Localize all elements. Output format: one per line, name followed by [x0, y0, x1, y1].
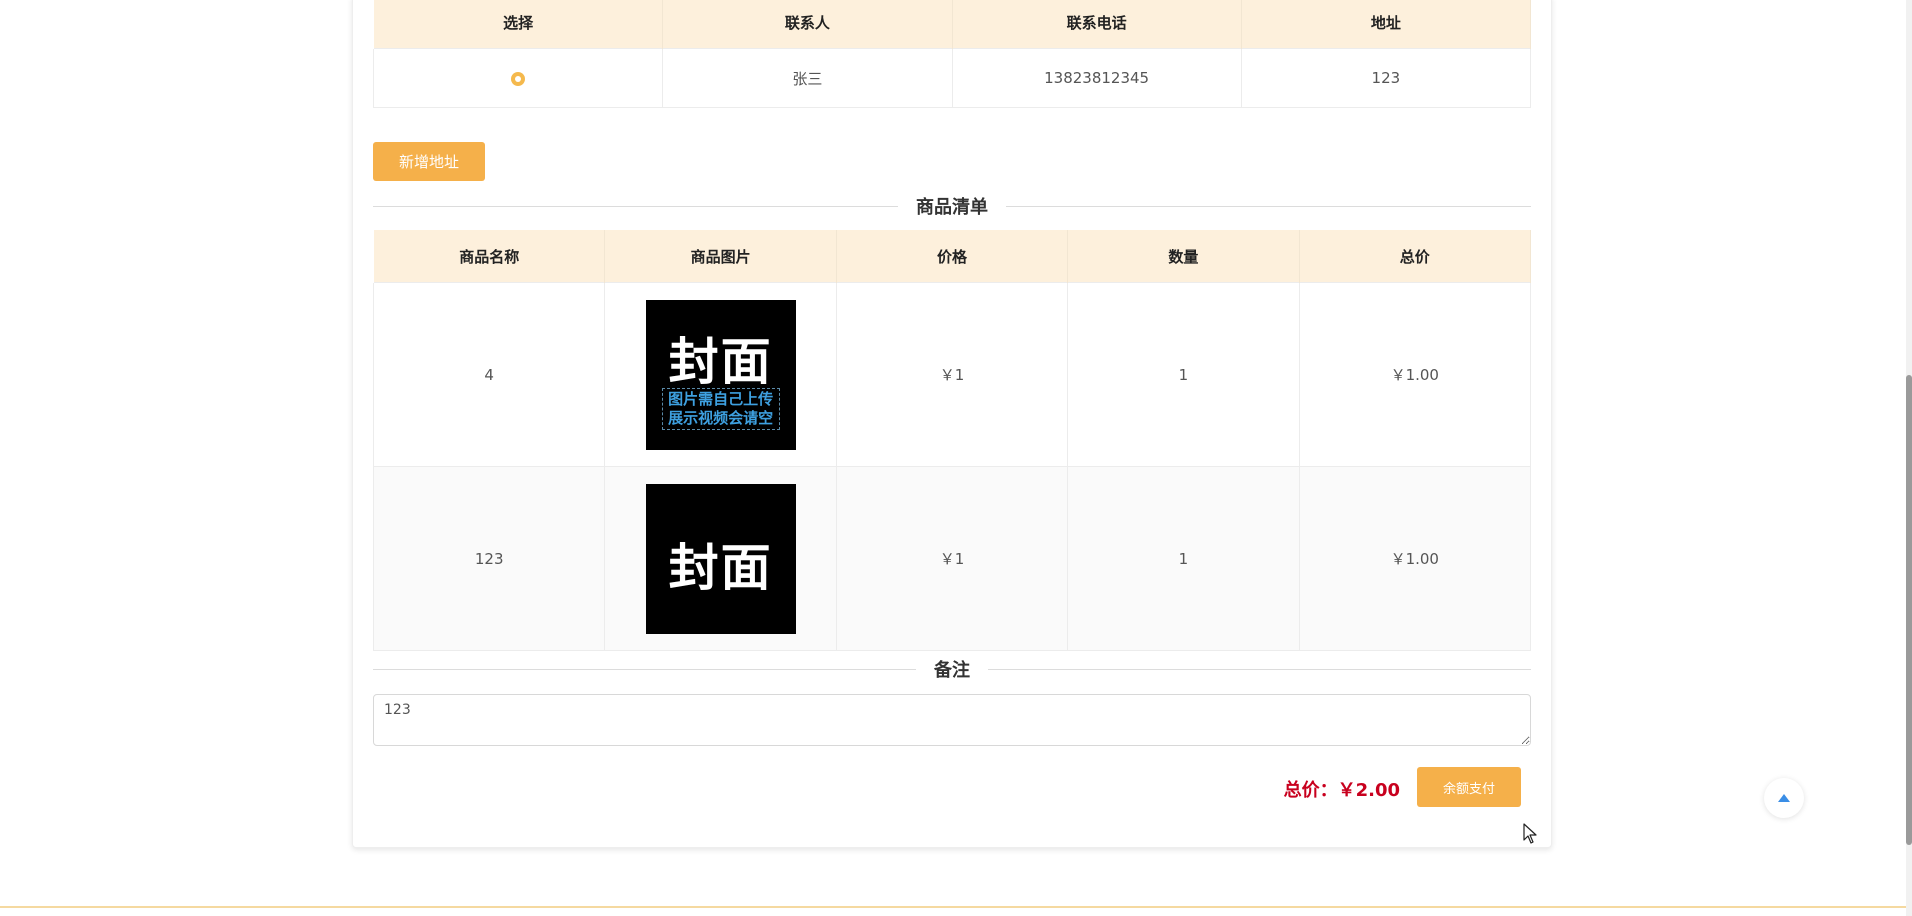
balance-pay-button[interactable]: 余额支付 — [1417, 767, 1521, 807]
table-row: 4 封面 图片需自己上传 展示视频会请空 ￥1 1 ￥1.00 — [372, 282, 1532, 467]
divider-line — [373, 205, 898, 207]
divider-line — [1006, 205, 1531, 207]
goods-image-cell: 封面 图片需自己上传 展示视频会请空 — [604, 282, 837, 467]
goods-name: 123 — [372, 466, 606, 651]
goods-header-price: 价格 — [835, 230, 1069, 283]
add-address-button[interactable]: 新增地址 — [373, 142, 485, 181]
address-contact: 张三 — [662, 48, 953, 108]
goods-header-row: 商品名称 商品图片 价格 数量 总价 — [372, 230, 1532, 283]
goods-header-name: 商品名称 — [372, 230, 606, 283]
table-row: 123 封面 ￥1 1 ￥1.00 — [372, 466, 1532, 651]
cover-title: 封面 — [668, 332, 773, 391]
goods-header-total: 总价 — [1298, 230, 1532, 283]
mouse-cursor-icon — [1523, 823, 1537, 844]
divider-line — [373, 668, 916, 670]
cover-subtitle-box: 图片需自己上传 展示视频会请空 — [661, 387, 780, 430]
page-scrollbar[interactable] — [1906, 0, 1912, 916]
goods-total: ￥1.00 — [1298, 466, 1532, 651]
scrollbar-thumb[interactable] — [1906, 375, 1912, 845]
divider-line — [988, 668, 1531, 670]
footer-divider — [0, 906, 1906, 908]
address-header-row: 选择 联系人 联系电话 地址 — [372, 0, 1532, 49]
remark-textarea[interactable] — [373, 694, 1531, 746]
address-table: 选择 联系人 联系电话 地址 张三 13823812345 123 — [372, 0, 1532, 108]
address-header-address: 地址 — [1240, 0, 1532, 49]
goods-name: 4 — [372, 282, 606, 467]
cover-title: 封面 — [668, 538, 773, 597]
goods-cover-image: 封面 — [645, 483, 796, 634]
goods-total: ￥1.00 — [1298, 282, 1532, 467]
goods-price: ￥1 — [835, 282, 1069, 467]
address-header-contact: 联系人 — [662, 0, 953, 49]
address-header-phone: 联系电话 — [951, 0, 1242, 49]
goods-header-image: 商品图片 — [604, 230, 837, 283]
address-select-cell[interactable] — [372, 48, 664, 108]
address-row[interactable]: 张三 13823812345 123 — [372, 48, 1532, 108]
address-header-select: 选择 — [372, 0, 664, 49]
goods-section-label: 商品清单 — [916, 197, 988, 218]
remark-section-label: 备注 — [934, 660, 970, 681]
remark-section-title: 备注 — [373, 654, 1531, 684]
goods-image-cell: 封面 — [604, 466, 837, 651]
back-to-top-button[interactable] — [1764, 778, 1804, 818]
goods-cover-image: 封面 图片需自己上传 展示视频会请空 — [645, 299, 796, 450]
cover-subtitle-line: 展示视频会请空 — [668, 408, 774, 427]
goods-qty: 1 — [1067, 282, 1300, 467]
goods-qty: 1 — [1067, 466, 1300, 651]
page: 选择 联系人 联系电话 地址 张三 13823812345 123 新增地址 商… — [0, 0, 1912, 916]
address-address: 123 — [1240, 48, 1532, 108]
goods-section-title: 商品清单 — [373, 191, 1531, 221]
goods-price: ￥1 — [835, 466, 1069, 651]
goods-header-qty: 数量 — [1067, 230, 1300, 283]
address-phone: 13823812345 — [951, 48, 1242, 108]
order-total: 总价：￥2.00 — [1283, 780, 1400, 801]
radio-selected-icon[interactable] — [511, 71, 526, 86]
caret-up-icon — [1778, 794, 1790, 802]
cover-subtitle-line: 图片需自己上传 — [668, 389, 774, 408]
goods-table: 商品名称 商品图片 价格 数量 总价 4 封面 图片需自己上传 展示视频会请空 — [372, 230, 1532, 651]
